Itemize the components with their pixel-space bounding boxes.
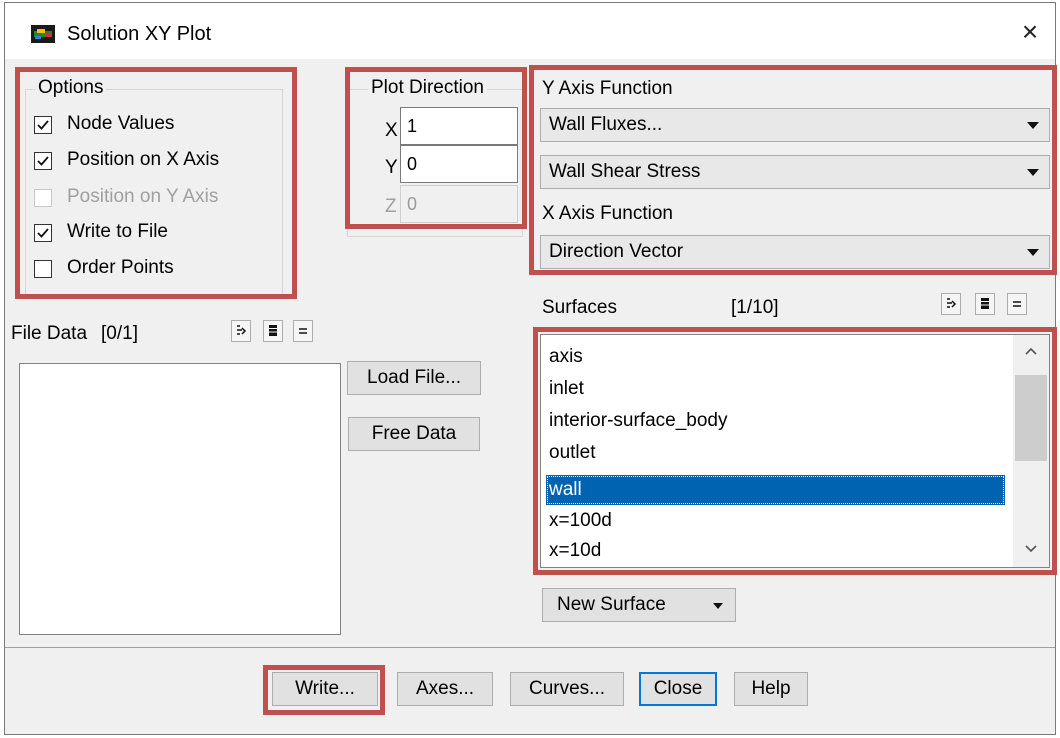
list-item[interactable]: outlet xyxy=(549,437,595,469)
select-all-icon xyxy=(947,298,957,308)
node-values-label: Node Values xyxy=(67,113,175,134)
scroll-up-icon[interactable] xyxy=(1025,347,1037,355)
write-to-file-checkbox[interactable] xyxy=(34,224,52,242)
dropdown-arrow-icon xyxy=(1027,122,1039,129)
dropdown-arrow-icon xyxy=(1027,249,1039,256)
position-on-y-axis-label: Position on Y Axis xyxy=(67,186,219,207)
position-on-x-axis-label: Position on X Axis xyxy=(67,149,220,170)
window-title: Solution XY Plot xyxy=(67,23,212,45)
scrollbar-thumb[interactable] xyxy=(1015,375,1047,461)
surfaces-count: [1/10] xyxy=(731,297,779,318)
axes-button[interactable]: Axes... xyxy=(397,672,493,706)
surfaces-title: Surfaces xyxy=(542,297,617,318)
write-to-file-label: Write to File xyxy=(67,221,169,242)
order-points-label: Order Points xyxy=(67,257,174,278)
bottom-separator xyxy=(5,647,1055,648)
fluent-app-icon xyxy=(31,25,55,43)
file-data-list[interactable] xyxy=(19,363,341,635)
load-file-button[interactable]: Load File... xyxy=(347,361,481,395)
curves-button[interactable]: Curves... xyxy=(510,672,624,706)
z-direction-label: Z xyxy=(385,196,397,217)
checkbox-check-icon xyxy=(37,120,49,130)
checkbox-check-icon xyxy=(37,228,49,238)
surfaces-list[interactable]: axis inlet interior-surface_body outlet … xyxy=(540,334,1050,568)
dropdown-arrow-icon xyxy=(713,603,723,609)
plot-direction-title: Plot Direction xyxy=(368,77,487,99)
order-points-checkbox[interactable] xyxy=(34,260,52,278)
y-axis-function-dropdown[interactable]: Wall Shear Stress xyxy=(540,155,1050,189)
surfaces-select-none-button[interactable] xyxy=(1007,293,1027,315)
x-direction-input[interactable]: 1 xyxy=(400,107,518,145)
node-values-checkbox[interactable] xyxy=(34,116,52,134)
position-on-x-axis-checkbox[interactable] xyxy=(34,152,52,170)
surfaces-select-all-button[interactable] xyxy=(941,293,961,315)
x-axis-function-value: Direction Vector xyxy=(549,241,684,262)
close-icon[interactable]: × xyxy=(1013,17,1047,47)
y-axis-function-title: Y Axis Function xyxy=(542,78,673,99)
close-button[interactable]: Close xyxy=(639,672,717,706)
file-data-select-all-button[interactable] xyxy=(231,320,251,342)
title-bar: Solution XY Plot × xyxy=(5,3,1055,59)
position-on-y-axis-checkbox xyxy=(34,189,52,207)
new-surface-label: New Surface xyxy=(557,594,666,615)
list-item[interactable]: axis xyxy=(549,341,583,373)
surfaces-scrollbar[interactable] xyxy=(1013,335,1049,567)
y-axis-category-dropdown[interactable]: Wall Fluxes... xyxy=(540,108,1050,142)
select-none-icon xyxy=(299,328,307,334)
scroll-down-icon[interactable] xyxy=(1025,545,1037,553)
select-all-icon xyxy=(237,325,247,335)
deselect-all-icon xyxy=(269,325,277,336)
y-direction-label: Y xyxy=(385,157,398,178)
checkbox-check-icon xyxy=(37,156,49,166)
surfaces-deselect-all-button[interactable] xyxy=(975,293,995,315)
file-data-deselect-all-button[interactable] xyxy=(263,320,283,342)
y-direction-input[interactable]: 0 xyxy=(400,145,518,183)
dropdown-arrow-icon xyxy=(1027,169,1039,176)
write-button[interactable]: Write... xyxy=(272,672,378,706)
list-item[interactable]: inlet xyxy=(549,373,584,405)
list-item[interactable]: interior-surface_body xyxy=(549,405,727,437)
free-data-button[interactable]: Free Data xyxy=(348,417,480,451)
list-item[interactable]: x=10d xyxy=(549,535,601,567)
file-data-count: [0/1] xyxy=(101,323,138,344)
options-title: Options xyxy=(35,77,107,99)
x-axis-function-title: X Axis Function xyxy=(542,203,673,224)
y-axis-function-value: Wall Shear Stress xyxy=(549,161,701,182)
new-surface-dropdown[interactable]: New Surface xyxy=(542,588,736,622)
x-axis-function-dropdown[interactable]: Direction Vector xyxy=(540,235,1050,269)
file-data-title: File Data xyxy=(11,323,88,344)
deselect-all-icon xyxy=(981,298,989,309)
help-button[interactable]: Help xyxy=(734,672,808,706)
list-item-selected[interactable]: wall xyxy=(546,475,1005,505)
z-direction-input: 0 xyxy=(400,185,518,223)
x-direction-label: X xyxy=(385,120,398,141)
y-axis-category-value: Wall Fluxes... xyxy=(549,114,663,135)
select-none-icon xyxy=(1013,301,1021,307)
list-item[interactable]: x=100d xyxy=(549,505,612,537)
solution-xy-plot-dialog: Solution XY Plot × Options Node Values P… xyxy=(4,2,1057,735)
file-data-select-none-button[interactable] xyxy=(293,320,313,342)
